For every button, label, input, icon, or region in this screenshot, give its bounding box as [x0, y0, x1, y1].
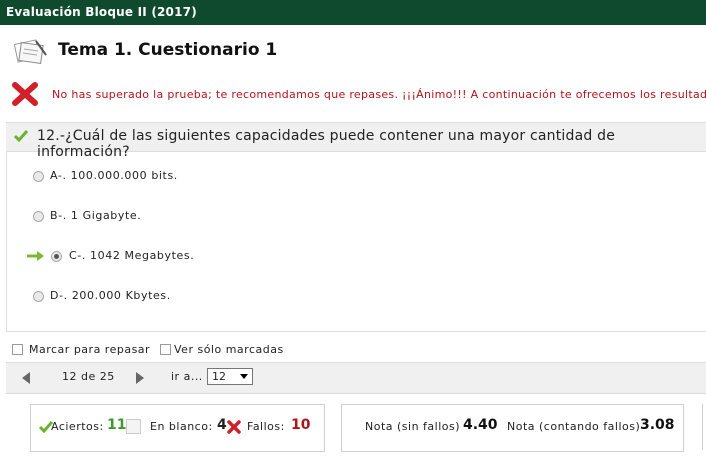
window-title: Evaluación Bloque II (2017) [6, 5, 197, 19]
extra-panel-edge [702, 404, 706, 450]
radio-button[interactable] [33, 171, 44, 182]
goto-select-value: 12 [212, 370, 226, 383]
page-title: Tema 1. Cuestionario 1 [58, 40, 278, 60]
chevron-down-icon [240, 374, 248, 379]
show-marked-label[interactable]: Ver sólo marcadas [174, 343, 284, 356]
answer-option-c[interactable]: C-. 1042 Megabytes. [7, 247, 697, 269]
radio-button[interactable] [33, 211, 44, 222]
window-titlebar: Evaluación Bloque II (2017) [0, 0, 706, 25]
answer-label: A-. 100.000.000 bits. [50, 169, 178, 182]
results-summary: Aciertos: 11 En blanco: 4 Fallos: 10 [30, 404, 325, 452]
check-icon [14, 130, 28, 142]
answer-option-d[interactable]: D-. 200.000 Kbytes. [7, 287, 697, 309]
blank-square-icon [126, 419, 141, 434]
result-alert: No has superado la prueba; te recomendam… [0, 80, 706, 110]
answer-option-b[interactable]: B-. 1 Gigabyte. [7, 207, 697, 229]
blank-label: En blanco: [150, 420, 213, 433]
quiz-paper-icon [13, 39, 47, 65]
answer-label: D-. 200.000 Kbytes. [50, 289, 171, 302]
answer-label: B-. 1 Gigabyte. [50, 209, 142, 222]
answer-label: C-. 1042 Megabytes. [69, 249, 195, 262]
mark-review-checkbox[interactable] [12, 344, 23, 355]
question-header: 12.-¿Cuál de las siguientes capacidades … [6, 122, 706, 160]
correct-label: Aciertos: [51, 420, 104, 433]
grades-summary: Nota (sin fallos) 4.40 Nota (contando fa… [341, 404, 684, 452]
fail-count: 10 [291, 417, 311, 433]
selected-arrow-icon [27, 251, 44, 261]
grade-with-penalty-label: Nota (contando fallos) [507, 420, 641, 433]
goto-label: ir a... [171, 370, 203, 383]
previous-question-button[interactable] [22, 372, 30, 384]
quiz-header: Tema 1. Cuestionario 1 [0, 25, 706, 75]
show-marked-checkbox[interactable] [160, 344, 171, 355]
question-navigation: 12 de 25 ir a... 12 [6, 362, 706, 394]
correct-count: 11 [107, 417, 127, 433]
fail-x-small-icon [227, 420, 241, 434]
fail-label: Fallos: [247, 420, 285, 433]
blank-count: 4 [217, 417, 227, 433]
answer-option-a[interactable]: A-. 100.000.000 bits. [7, 167, 697, 189]
question-position: 12 de 25 [62, 370, 115, 383]
answer-list: A-. 100.000.000 bits. B-. 1 Gigabyte. C-… [6, 151, 706, 332]
fail-x-icon [12, 82, 38, 106]
radio-button[interactable] [33, 291, 44, 302]
grade-with-penalty-value: 3.08 [640, 417, 675, 433]
review-options: Marcar para repasar Ver sólo marcadas [0, 341, 706, 359]
mark-review-label[interactable]: Marcar para repasar [29, 343, 150, 356]
radio-button[interactable] [51, 251, 62, 262]
alert-message: No has superado la prueba; te recomendam… [52, 88, 706, 101]
next-question-button[interactable] [136, 372, 144, 384]
grade-no-penalty-label: Nota (sin fallos) [365, 420, 461, 433]
goto-question-select[interactable]: 12 [207, 368, 253, 385]
grade-no-penalty-value: 4.40 [463, 417, 498, 433]
